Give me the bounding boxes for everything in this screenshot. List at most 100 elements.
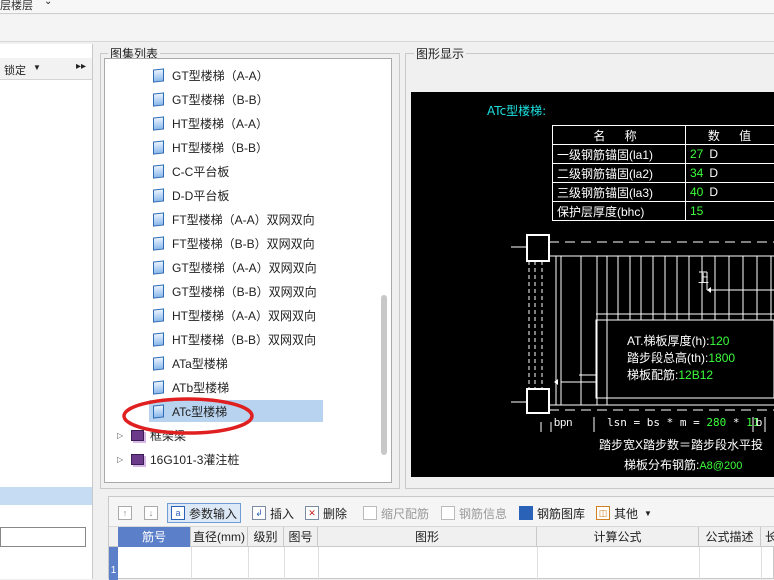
chevron-down-icon: ▼ <box>644 509 652 518</box>
param-value: 27D <box>686 145 774 164</box>
left-panel-header: 锁定 ▼ ▸▸ <box>0 58 92 80</box>
tree-item[interactable]: GT型楼梯（B-B） <box>153 88 269 110</box>
left-panel-input[interactable] <box>0 527 86 547</box>
grid-divider <box>248 547 249 580</box>
param-value: 15 <box>686 202 774 221</box>
tree-item[interactable]: HT型楼梯（B-B）双网双向 <box>153 328 316 350</box>
document-icon <box>153 260 164 274</box>
book-icon <box>131 454 144 465</box>
highlight-circle <box>120 396 258 440</box>
grid-divider <box>191 547 192 580</box>
tree-group[interactable]: ▷16G101-3灌注桩 <box>117 448 239 470</box>
tree-item[interactable]: GT型楼梯（A-A） <box>153 64 269 86</box>
tree-item-label: HT型楼梯（A-A） <box>172 115 268 132</box>
col-diameter[interactable]: 直径(mm) <box>191 527 248 547</box>
title-strip: 层楼层 ⌄ <box>0 0 774 14</box>
tree-item[interactable]: ATb型楼梯 <box>153 376 229 398</box>
param-input-icon: a <box>171 506 185 520</box>
tree-item-label: GT型楼梯（B-B）双网双向 <box>172 283 317 300</box>
collapse-icon[interactable]: ▸▸ <box>76 61 86 72</box>
col-grade[interactable]: 级别 <box>248 527 284 547</box>
insert-button[interactable]: ↲插入 <box>252 503 294 523</box>
lock-dropdown[interactable]: 锁定 <box>4 62 26 78</box>
tree-item[interactable]: C-C平台板 <box>153 160 229 182</box>
bpn-label: bpn <box>554 417 572 429</box>
grid-divider <box>284 547 285 580</box>
rebar-pane: ↑ ↓ a参数输入 ↲插入 ✕删除 缩尺配筋 钢筋信息 钢筋图库 ◫其他▼ 筋号… <box>108 496 774 579</box>
col-formula[interactable]: 计算公式 <box>537 527 699 547</box>
rebar-grid-header: 筋号 直径(mm) 级别 图号 图形 计算公式 公式描述 长 <box>109 527 774 547</box>
other-button[interactable]: ◫其他▼ <box>596 503 652 523</box>
tree-item-label: HT型楼梯（B-B）双网双向 <box>172 331 316 348</box>
dist-label: 梯板分布钢筋: <box>624 458 699 472</box>
tree-item[interactable]: GT型楼梯（B-B）双网双向 <box>153 280 317 302</box>
figure-canvas[interactable]: ATc型楼梯: 名 称 数 值 一级钢筋锚固(la1) 27D 二级钢筋锚固(l… <box>411 92 774 477</box>
tree-item-label: C-C平台板 <box>172 163 229 180</box>
tree-item-label: FT型楼梯（B-B）双网双向 <box>172 235 315 252</box>
param-name: 三级钢筋锚固(la3) <box>553 183 686 202</box>
thickness-label: AT.梯板厚度(h): <box>627 334 709 348</box>
rebar-label: 梯板配筋: <box>627 368 678 382</box>
col-formula-desc[interactable]: 公式描述 <box>699 527 761 547</box>
tree-item[interactable]: ATa型楼梯 <box>153 352 228 374</box>
tree-item[interactable]: FT型楼梯（A-A）双网双向 <box>153 208 315 230</box>
thickness-line: AT.梯板厚度(h):120 <box>627 332 729 349</box>
tree-item[interactable]: D-D平台板 <box>153 184 229 206</box>
grid-divider <box>699 547 700 580</box>
height-line: 踏步段总高(th):1800 <box>627 349 735 366</box>
tree-item-label: GT型楼梯（A-A）双网双向 <box>172 259 317 276</box>
document-icon <box>153 92 164 106</box>
tree-item-label: ATa型楼梯 <box>172 355 228 372</box>
tree-item[interactable]: HT型楼梯（A-A）双网双向 <box>153 304 316 326</box>
tree-item-label: GT型楼梯（A-A） <box>172 67 269 84</box>
document-icon <box>153 236 164 250</box>
lsn-formula: lsn = bs * m = 280 * 11 <box>607 416 759 429</box>
param-table-header-name: 名 称 <box>553 126 686 145</box>
tree-item[interactable]: HT型楼梯（A-A） <box>153 112 268 134</box>
chevron-down-icon[interactable]: ▼ <box>33 63 41 72</box>
col-rebar-no[interactable]: 筋号 <box>118 527 191 547</box>
grid-divider <box>318 547 319 580</box>
param-input-button[interactable]: a参数输入 <box>167 503 241 523</box>
tree-scrollbar[interactable] <box>381 295 387 455</box>
figure-title: ATc型楼梯: <box>487 102 546 119</box>
chevron-down-icon[interactable]: ⌄ <box>44 0 52 7</box>
col-length[interactable]: 长 <box>761 527 774 547</box>
step-text: 踏步宽X踏步数＝踏步段水平投 <box>599 436 763 453</box>
height-label: 踏步段总高(th): <box>627 351 708 365</box>
rebar-library-button[interactable]: 钢筋图库 <box>519 503 585 523</box>
up-arrow-icon[interactable]: ↑ <box>118 503 136 523</box>
document-icon <box>153 188 164 202</box>
delete-button[interactable]: ✕删除 <box>305 503 347 523</box>
down-arrow-icon[interactable]: ↓ <box>144 503 162 523</box>
tree-item[interactable]: GT型楼梯（A-A）双网双向 <box>153 256 317 278</box>
param-value: 34D <box>686 164 774 183</box>
rebar-info-icon <box>441 506 455 520</box>
rebar-info-button[interactable]: 钢筋信息 <box>441 503 507 523</box>
tree-item-label: ATb型楼梯 <box>172 379 229 396</box>
param-name: 保护层厚度(bhc) <box>553 202 686 221</box>
document-icon <box>153 284 164 298</box>
figure-group-title: 图形显示 <box>414 45 466 62</box>
tree-item-label: D-D平台板 <box>172 187 229 204</box>
col-figure-no[interactable]: 图号 <box>284 527 318 547</box>
param-name: 一级钢筋锚固(la1) <box>553 145 686 164</box>
expand-icon[interactable]: ▷ <box>117 455 125 464</box>
document-icon <box>153 164 164 178</box>
tree-item-label: HT型楼梯（B-B） <box>172 139 268 156</box>
left-panel: 锁定 ▼ ▸▸ <box>0 44 93 579</box>
ribbon-area <box>0 15 774 42</box>
tree-item[interactable]: HT型楼梯（B-B） <box>153 136 268 158</box>
scale-rebar-button[interactable]: 缩尺配筋 <box>363 503 429 523</box>
col-shape[interactable]: 图形 <box>318 527 537 547</box>
b-label: b <box>756 417 762 429</box>
tree-item-label: FT型楼梯（A-A）双网双向 <box>172 211 315 228</box>
row-header[interactable]: 1 <box>109 547 118 580</box>
up-label: 上 <box>698 270 709 286</box>
tree-item[interactable]: FT型楼梯（B-B）双网双向 <box>153 232 315 254</box>
dist-value: A8@200 <box>699 460 742 472</box>
tree-item-label: HT型楼梯（A-A）双网双向 <box>172 307 316 324</box>
document-icon <box>153 332 164 346</box>
left-panel-selected-row[interactable] <box>0 487 92 505</box>
window-title: 层楼层 <box>0 0 33 13</box>
